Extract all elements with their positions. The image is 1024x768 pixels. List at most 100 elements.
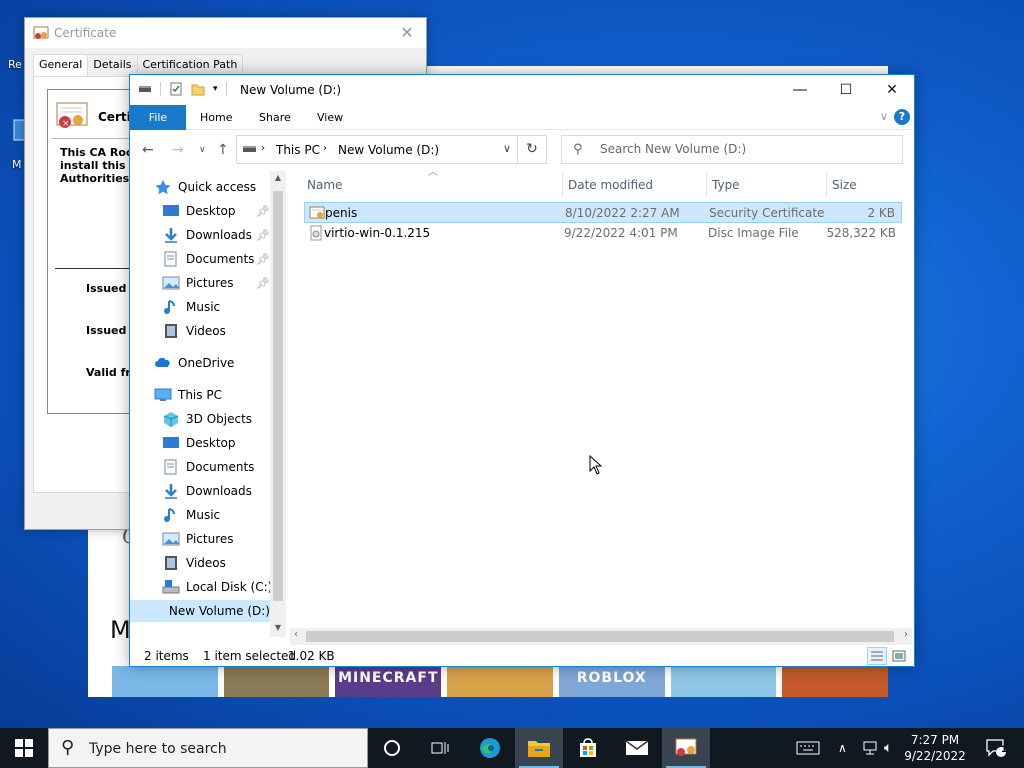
game-tile[interactable]: [670, 666, 777, 697]
nav-quick-access-pictures[interactable]: Pictures 📌︎: [162, 272, 270, 294]
file-type-cell: Security Certificate: [709, 206, 825, 220]
nav-this-pc-videos[interactable]: Videos: [162, 552, 226, 574]
minimize-button[interactable]: ―: [777, 75, 823, 105]
navigation-pane: Quick access Desktop 📌︎ Downloads 📌︎ Documen…: [130, 171, 286, 637]
tab-certification-path[interactable]: Certification Path: [136, 54, 244, 76]
mail-icon[interactable]: [613, 728, 661, 768]
help-button[interactable]: ?: [894, 109, 910, 125]
tab-home[interactable]: Home: [190, 105, 242, 130]
nav-this-pc-local-disk-c[interactable]: Local Disk (C:): [162, 576, 272, 598]
tab-share[interactable]: Share: [249, 105, 301, 130]
scroll-down-icon[interactable]: ▼: [270, 623, 286, 632]
address-bar[interactable]: › This PC › New Volume (D:) ∨: [236, 135, 518, 164]
nav-quick-access[interactable]: Quick access: [154, 176, 256, 198]
notification-center-icon[interactable]: 1: [976, 728, 1016, 768]
nav-this-pc-pictures[interactable]: Pictures: [162, 528, 234, 550]
nav-label: New Volume (D:): [168, 604, 270, 618]
nav-label: Downloads: [186, 484, 252, 498]
edge-icon[interactable]: [466, 728, 514, 768]
nav-this-pc-new-volume-d[interactable]: New Volume (D:): [130, 600, 270, 622]
status-bar: 2 items 1 item selected 1.02 KB: [130, 645, 914, 667]
scrollbar-thumb[interactable]: [273, 191, 283, 601]
game-tile[interactable]: ROBLOX: [558, 666, 665, 697]
details-view-button[interactable]: [867, 647, 887, 665]
nav-this-pc-documents[interactable]: Documents: [162, 456, 254, 478]
network-icon[interactable]: [858, 728, 884, 768]
refresh-button[interactable]: ↻: [518, 135, 547, 164]
maximize-button[interactable]: ☐: [823, 75, 869, 105]
search-box[interactable]: ⚲: [561, 135, 903, 164]
game-tile[interactable]: [223, 666, 330, 697]
back-arrow-icon[interactable]: ←: [142, 142, 154, 158]
breadcrumb-new-volume[interactable]: New Volume (D:): [338, 143, 439, 157]
breadcrumb-separator-icon: ›: [323, 143, 327, 154]
file-row[interactable]: penis 8/10/2022 2:27 AM Security Certifica…: [304, 202, 902, 223]
close-icon[interactable]: ✕: [396, 22, 418, 44]
drive-icon: [139, 86, 151, 92]
scrollbar-thumb[interactable]: [306, 631, 894, 642]
properties-icon[interactable]: [169, 82, 183, 96]
certificate-titlebar[interactable]: Certificate ✕: [25, 18, 426, 48]
large-icons-view-button[interactable]: [889, 647, 909, 665]
cortana-button[interactable]: [368, 728, 416, 768]
column-header-size[interactable]: Size: [832, 171, 857, 199]
certificate-icon: [33, 26, 49, 39]
game-tile[interactable]: [112, 666, 218, 697]
explorer-titlebar[interactable]: ▾ New Volume (D:) ― ☐ ✕: [130, 75, 914, 105]
tab-general[interactable]: General: [33, 54, 89, 77]
tab-view[interactable]: View: [307, 105, 353, 130]
tab-details[interactable]: Details: [87, 54, 138, 76]
show-hidden-icons-icon[interactable]: ∧: [838, 728, 847, 768]
column-header-name[interactable]: Name: [307, 171, 342, 199]
system-clock[interactable]: 7:27 PM 9/22/2022: [904, 732, 966, 764]
nav-quick-access-music[interactable]: Music: [162, 296, 220, 318]
game-tile[interactable]: MINECRAFT: [335, 666, 442, 697]
up-arrow-icon[interactable]: ↑: [217, 142, 229, 158]
forward-arrow-icon[interactable]: →: [172, 142, 184, 158]
ribbon-tabs: File Home Share View ∨ ?: [130, 105, 914, 130]
start-button[interactable]: [0, 728, 48, 768]
pictures-icon: [162, 531, 180, 547]
nav-this-pc-3d-objects[interactable]: 3D Objects: [162, 408, 252, 430]
customize-qat-icon[interactable]: ▾: [213, 84, 218, 94]
nav-pane-scrollbar[interactable]: ▲ ▼: [270, 171, 286, 637]
scroll-up-icon[interactable]: ▲: [270, 173, 286, 182]
search-input[interactable]: [600, 142, 890, 156]
3d-objects-icon: [162, 411, 180, 427]
store-icon[interactable]: [564, 728, 612, 768]
nav-label: Documents: [186, 460, 255, 474]
game-tile[interactable]: [447, 666, 553, 697]
task-view-button[interactable]: [416, 728, 464, 768]
recent-locations-icon[interactable]: ∨: [199, 145, 206, 155]
horizontal-scrollbar[interactable]: ‹ ›: [290, 628, 912, 645]
nav-this-pc-music[interactable]: Music: [162, 504, 220, 526]
scroll-right-icon[interactable]: ›: [904, 629, 908, 640]
nav-onedrive[interactable]: OneDrive: [154, 352, 234, 374]
chevron-down-icon[interactable]: ∨: [503, 142, 511, 155]
taskbar-search-box[interactable]: ⚲ Type here to search: [48, 728, 368, 768]
close-button[interactable]: ✕: [869, 75, 915, 105]
nav-this-pc[interactable]: This PC: [154, 384, 222, 406]
volume-icon[interactable]: 🔈︎: [884, 728, 892, 768]
nav-quick-access-documents[interactable]: Documents 📌︎: [162, 248, 270, 270]
nav-quick-access-videos[interactable]: Videos: [162, 320, 226, 342]
file-explorer-icon[interactable]: [515, 728, 563, 768]
file-row[interactable]: virtio-win-0.1.215 9/22/2022 4:01 PM Disc …: [304, 223, 902, 244]
breadcrumb-this-pc[interactable]: This PC: [276, 143, 320, 157]
nav-quick-access-downloads[interactable]: Downloads 📌︎: [162, 224, 270, 246]
desktop: Re M C M MINECRAFTROBLOX Certificate ✕ G…: [0, 0, 1024, 728]
certificate-taskbar-icon[interactable]: [662, 728, 710, 768]
nav-this-pc-downloads[interactable]: Downloads: [162, 480, 252, 502]
new-folder-icon[interactable]: [191, 82, 205, 96]
nav-this-pc-desktop[interactable]: Desktop: [162, 432, 236, 454]
game-tile[interactable]: [782, 666, 889, 697]
scroll-left-icon[interactable]: ‹: [294, 629, 298, 640]
column-header-date[interactable]: Date modified: [568, 171, 653, 199]
column-header-type[interactable]: Type: [712, 171, 740, 199]
nav-quick-access-desktop[interactable]: Desktop 📌︎: [162, 200, 270, 222]
chevron-down-icon[interactable]: ∨: [880, 110, 888, 123]
keyboard-icon[interactable]: [786, 728, 830, 768]
desktop-icon-label-recycle[interactable]: Re: [8, 58, 22, 71]
tab-file[interactable]: File: [130, 105, 186, 130]
desktop-icon-label-m[interactable]: M: [12, 158, 22, 171]
